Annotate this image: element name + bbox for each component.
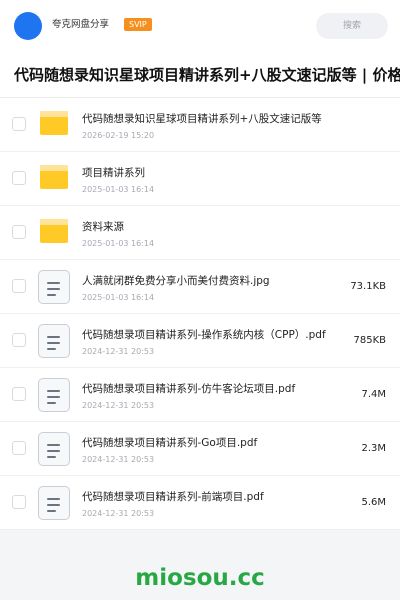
avatar[interactable] [14,12,42,40]
folder-icon [40,111,68,135]
title-bar: 代码随想录知识星球项目精讲系列+八股文速记版等 | 价格1 [0,52,400,98]
item-checkbox[interactable] [12,441,26,455]
item-name: 资料来源 [82,221,124,233]
item-size: 73.1KB [350,281,386,292]
item-name: 项目精讲系列 [82,167,145,179]
item-checkbox[interactable] [12,387,26,401]
item-name: 代码随想录项目精讲系列-前端项目.pdf [82,491,264,503]
item-date: 2025-01-03 16:14 [82,185,155,194]
page-title: 代码随想录知识星球项目精讲系列+八股文速记版等 | 价格1 [14,66,400,84]
item-checkbox[interactable] [12,117,26,131]
item-size: 7.4M [361,389,386,400]
document-icon [38,486,70,520]
item-date: 2025-01-03 16:14 [82,239,155,248]
item-checkbox[interactable] [12,333,26,347]
watermark: miosou.cc [135,565,265,591]
share-name[interactable]: 夸克网盘分享 [52,18,109,32]
list-item[interactable]: 人满就闭群免费分享小而美付费资料.jpg 2025-01-03 16:14 73… [0,260,400,314]
item-date: 2024-12-31 20:53 [82,455,155,464]
item-checkbox[interactable] [12,279,26,293]
item-name: 代码随想录项目精讲系列-仿牛客论坛项目.pdf [82,383,296,395]
item-size: 5.6M [361,497,386,508]
document-icon [38,270,70,304]
list-item[interactable]: 代码随想录项目精讲系列-仿牛客论坛项目.pdf 2024-12-31 20:53… [0,368,400,422]
list-item[interactable]: 代码随想录项目精讲系列-操作系统内核（CPP）.pdf 2024-12-31 2… [0,314,400,368]
item-name: 代码随想录项目精讲系列-操作系统内核（CPP）.pdf [82,329,326,341]
folder-icon [40,219,68,243]
item-checkbox[interactable] [12,171,26,185]
list-item[interactable]: 代码随想录项目精讲系列-前端项目.pdf 2024-12-31 20:53 5.… [0,476,400,530]
list-item[interactable]: 代码随想录知识星球项目精讲系列+八股文速记版等 2026-02-19 15:20 [0,98,400,152]
item-checkbox[interactable] [12,225,26,239]
item-date: 2024-12-31 20:53 [82,347,155,356]
list-item[interactable]: 项目精讲系列 2025-01-03 16:14 [0,152,400,206]
item-date: 2026-02-19 15:20 [82,131,155,140]
item-size: 785KB [353,335,386,346]
search-button[interactable]: 搜索 [316,13,388,39]
list-item[interactable]: 代码随想录项目精讲系列-Go项目.pdf 2024-12-31 20:53 2.… [0,422,400,476]
item-name: 人满就闭群免费分享小而美付费资料.jpg [82,275,270,287]
item-name: 代码随想录知识星球项目精讲系列+八股文速记版等 [82,113,322,125]
document-icon [38,378,70,412]
document-icon [38,324,70,358]
item-size: 2.3M [361,443,386,454]
item-date: 2024-12-31 20:53 [82,401,155,410]
item-checkbox[interactable] [12,495,26,509]
share-header: 夸克网盘分享 SVIP 搜索 [0,0,400,52]
svip-badge: SVIP [124,18,152,31]
item-date: 2025-01-03 16:14 [82,293,155,302]
item-name: 代码随想录项目精讲系列-Go项目.pdf [82,437,258,449]
document-icon [38,432,70,466]
list-item[interactable]: 资料来源 2025-01-03 16:14 [0,206,400,260]
folder-icon [40,165,68,189]
item-date: 2024-12-31 20:53 [82,509,155,518]
file-list: 代码随想录知识星球项目精讲系列+八股文速记版等 2026-02-19 15:20… [0,98,400,530]
